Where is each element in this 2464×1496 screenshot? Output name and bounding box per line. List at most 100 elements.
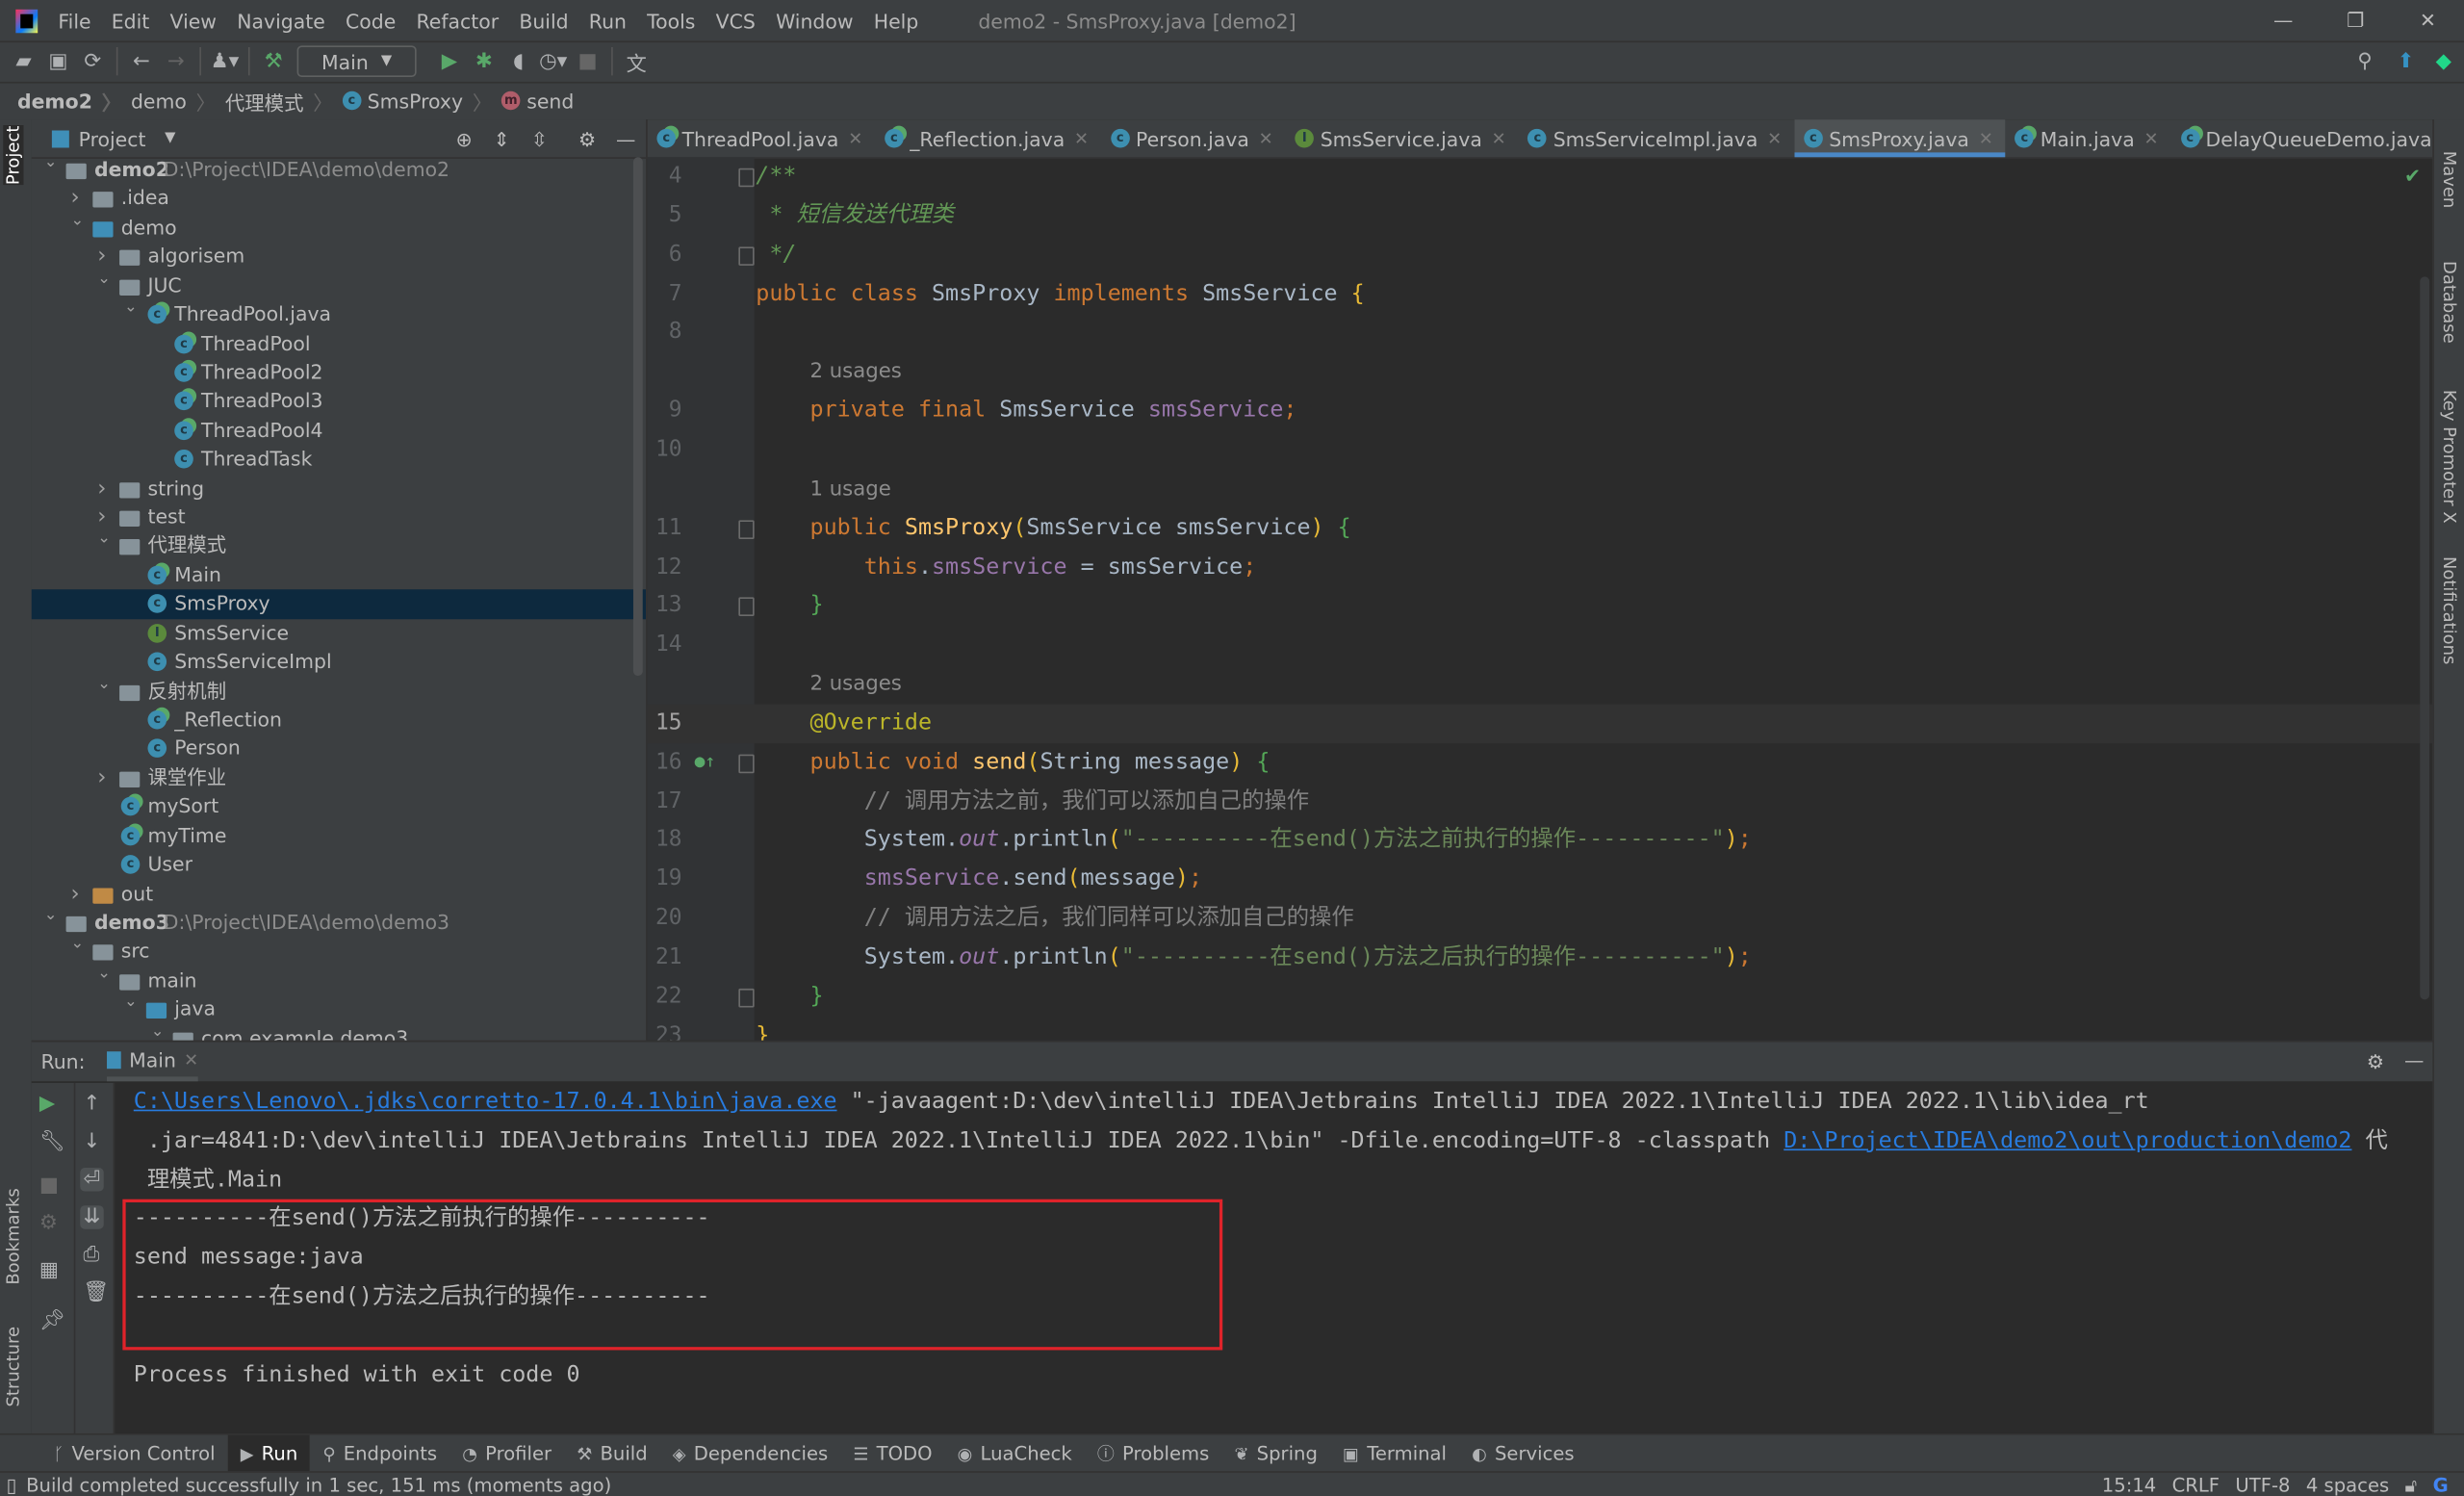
editor-scrollbar[interactable] [2420,276,2430,1000]
close-tab-icon[interactable]: ✕ [1767,128,1782,148]
tree-item[interactable]: c ThreadPool2 [32,358,646,387]
forward-icon[interactable]: → [159,49,193,72]
tool-window-build[interactable]: ⚒ Build [564,1435,660,1473]
tool-tab-bookmarks[interactable]: Bookmarks [3,1188,23,1284]
file-encoding[interactable]: UTF-8 [2235,1474,2290,1496]
tree-item[interactable]: › test [32,503,646,531]
menu-help[interactable]: Help [874,9,919,32]
tree-item[interactable]: ⌄ 反射机制 [32,675,646,706]
usages-hint[interactable]: 1 usage [809,477,890,501]
locate-icon[interactable]: ⊕ [455,126,472,149]
tree-item[interactable]: c mySort [32,792,646,821]
chevron-down-icon[interactable]: ▼ [165,131,175,146]
tree-item[interactable]: c _Reflection [32,706,646,735]
tool-window-terminal[interactable]: ▣ Terminal [1330,1435,1459,1473]
editor-tab[interactable]: c Main.java ✕ [2006,119,2171,157]
user-dropdown-icon[interactable]: ♟▾ [208,49,243,72]
fold-end-icon[interactable] [738,245,755,266]
editor-tab[interactable]: c Person.java ✕ [1101,119,1286,157]
tree-item[interactable]: c User [32,850,646,879]
line-separator[interactable]: CRLF [2172,1474,2220,1496]
chevron-down-icon[interactable]: ⌄ [124,989,138,1018]
tool-window-spring[interactable]: ❦ Spring [1221,1435,1330,1473]
fold-start-icon[interactable] [738,754,755,773]
tree-item[interactable]: c ThreadPool [32,329,646,358]
debug-icon[interactable]: ✱ [467,49,501,72]
run-tab-main[interactable]: Main ✕ [107,1042,199,1082]
chevron-right-icon[interactable]: › [97,763,106,792]
tree-item[interactable]: › .idea [32,185,646,214]
implements-marker-icon[interactable]: ●↑ [695,743,716,782]
trash-icon[interactable]: 🗑︎ [84,1281,110,1304]
fold-start-icon[interactable] [738,519,755,539]
chevron-right-icon[interactable]: › [70,879,79,908]
editor-tab[interactable]: cDelayQueueDemo.java✕ [2171,119,2433,157]
console-link[interactable]: D:\Project\IDEA\demo2\out\production\dem… [1784,1128,2351,1153]
tool-tab-database[interactable]: Database [2439,261,2459,344]
stop-icon[interactable]: ■ [39,1174,59,1198]
arrow-up-icon[interactable]: ↑ [84,1093,101,1116]
menu-file[interactable]: File [58,9,90,32]
tree-item[interactable]: ⌄ demo3 D:\Project\IDEA\demo\demo3 [32,907,646,938]
maximize-button[interactable]: ❐ [2320,0,2392,40]
tree-item[interactable]: c SmsServiceImpl [32,648,646,677]
breadcrumb-item[interactable]: 代理模式〉 [225,86,333,116]
menu-edit[interactable]: Edit [112,9,150,32]
chevron-right-icon[interactable]: › [97,474,106,503]
tree-scrollbar[interactable] [632,157,643,677]
lock-icon[interactable]: 🔓︎ [2405,1474,2418,1496]
close-tab-icon[interactable]: ✕ [1492,128,1506,148]
tree-item[interactable]: c ThreadPool4 [32,416,646,445]
tree-item[interactable]: › 课堂作业 [32,763,646,792]
tree-item[interactable]: c Main [32,561,646,590]
tree-item[interactable]: c ThreadPool3 [32,387,646,416]
tree-item[interactable]: c myTime [32,821,646,850]
run-icon[interactable]: ▶ [432,49,467,72]
editor-tab[interactable]: c _Reflection.java ✕ [875,119,1101,157]
tree-item[interactable]: c Person [32,735,646,763]
tool-window-profiler[interactable]: ◔ Profiler [449,1435,564,1473]
tree-item[interactable]: c ThreadTask [32,445,646,474]
tool-window-todo[interactable]: ☰ TODO [840,1435,944,1473]
google-icon[interactable]: G [2433,1474,2449,1496]
tree-item[interactable]: › string [32,474,646,503]
menu-window[interactable]: Window [776,9,853,32]
hide-icon[interactable]: — [616,126,635,149]
hide-icon[interactable]: — [2404,1048,2424,1071]
tool-window-endpoints[interactable]: ⚲ Endpoints [310,1435,449,1473]
tree-item[interactable]: ⌄ 代理模式 [32,530,646,561]
profile-icon[interactable]: ◷▾ [536,49,571,72]
expand-all-icon[interactable]: ⇕ [494,126,510,149]
menu-build[interactable]: Build [519,9,568,32]
menu-vcs[interactable]: VCS [716,9,756,32]
tool-tab-structure[interactable]: Structure [3,1327,23,1407]
open-folder-icon[interactable]: ▰ [7,49,41,72]
tool-window-dependencies[interactable]: ◈ Dependencies [660,1435,841,1473]
menu-view[interactable]: View [170,9,217,32]
wrench-icon[interactable]: 🔧︎ [39,1130,65,1153]
breadcrumb-item[interactable]: m send [501,89,574,113]
tree-item[interactable]: ⌄ java [32,993,646,1024]
run-config-select[interactable]: Main ▼ [296,45,417,77]
editor-tab[interactable]: c SmsServiceImpl.java ✕ [1519,119,1795,157]
gear-icon[interactable]: ⚙ [2367,1050,2384,1073]
close-tab-icon[interactable]: ✕ [1074,128,1089,148]
breadcrumb-item[interactable]: c SmsProxy 〉 [342,86,492,116]
menu-run[interactable]: Run [589,9,627,32]
arrow-down-icon[interactable]: ↓ [84,1130,101,1153]
fold-end-icon[interactable] [738,597,755,617]
editor-tab[interactable]: I SmsService.java ✕ [1286,119,1519,157]
close-tab-icon[interactable]: ✕ [2144,128,2159,148]
usages-hint[interactable]: 2 usages [809,360,901,383]
restore-icon[interactable]: ⚙ [39,1212,58,1235]
tool-tab-key-promoter[interactable]: Key Promoter X [2439,390,2459,524]
menu-tools[interactable]: Tools [647,9,695,32]
menu-code[interactable]: Code [346,9,396,32]
close-tab-icon[interactable]: ✕ [848,128,862,148]
menu-refactor[interactable]: Refactor [416,9,499,32]
rerun-icon[interactable]: ▶ [39,1093,55,1116]
tree-item[interactable]: ⌄ com.example.demo3 [32,1022,646,1041]
pin-icon[interactable]: 📌︎ [39,1309,65,1332]
gear-icon[interactable]: ⚙ [578,126,596,149]
coverage-icon[interactable]: ◖ [501,49,536,72]
